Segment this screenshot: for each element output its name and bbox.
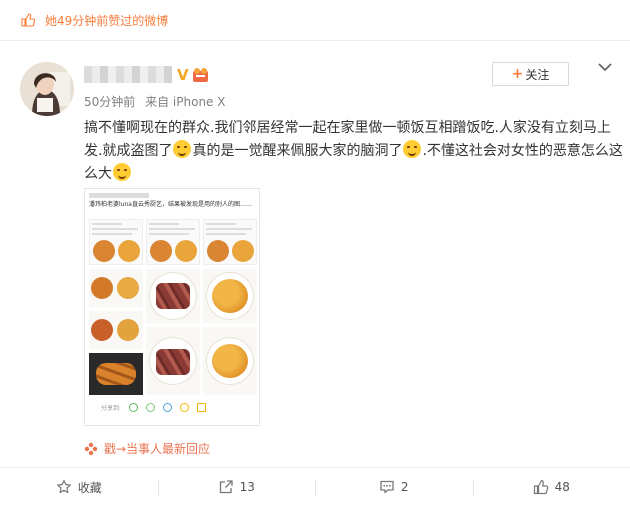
comment-count: 2 [400,480,409,494]
food-photo-meat [146,327,200,395]
liked-notice-bar: 她49分钟前赞过的微博 [0,0,630,41]
food-photo [89,269,143,307]
post-text: 搞不懂啊现在的群众.我们邻居经常一起在家里做一顿饭互相蹭饭吃.人家没有立刻马上发… [84,117,624,186]
food-photo-pasta [203,327,257,395]
star-icon [56,479,71,494]
comment-icon [380,480,394,494]
follow-button[interactable]: + 关注 [492,62,569,86]
avatar[interactable] [20,62,74,116]
mini-post-card [89,219,143,265]
qzone-icon [180,403,190,412]
food-photo-pasta [203,269,257,323]
food-photo-meat [146,269,200,323]
share-icon [219,480,233,494]
mini-post-card [146,219,200,265]
like-count: 48 [554,480,570,494]
embedded-share-label: 分享到: [101,405,122,412]
food-photo-rolls [89,353,143,395]
like-button[interactable]: 48 [472,468,630,506]
embedded-header-blur [89,193,149,198]
post-source: 来自 iPhone X [145,95,226,109]
embedded-mini-posts [89,219,259,265]
sweat-emoji-icon [173,140,192,158]
liked-notice-text: 她49分钟前赞过的微博 [45,13,169,28]
embedded-image[interactable]: 潘玮柏老婆luna直云秀厨艺，结果被发现是用的别人的图…… 分享到: [84,188,260,426]
embedded-photo-grid [89,269,259,395]
flower-icon [84,442,98,455]
favorite-button[interactable]: 收藏 [0,468,158,506]
chevron-down-icon[interactable] [598,62,612,72]
latest-reply-link[interactable]: 戳→当事人最新回应 [84,440,210,457]
mini-post-card [203,219,257,265]
moments-icon [146,403,156,412]
post-time[interactable]: 50分钟前 [84,95,135,109]
like-icon [533,479,548,495]
embedded-share-row: 分享到: [101,403,207,412]
laugh-tears-emoji-icon [403,140,422,158]
wechat-icon [129,403,139,412]
comment-button[interactable]: 2 [315,468,473,506]
bookmark-icon [197,403,207,412]
smirk-emoji-icon [113,163,131,181]
post-text-part-2: 真的是一觉醒来佩服大家的脑洞了 [192,143,403,159]
favorite-label: 收藏 [77,480,102,495]
action-bar: 收藏 13 2 48 [0,467,630,506]
follow-label: 关注 [525,67,550,82]
username-blurred[interactable] [84,66,172,83]
latest-reply-text: 戳→当事人最新回应 [104,442,211,456]
food-photo [89,311,143,349]
thumb-up-icon [21,13,35,27]
verified-v-icon: V [177,66,189,84]
repost-button[interactable]: 13 [157,468,316,506]
plus-icon: + [511,66,524,82]
embedded-title: 潘玮柏老婆luna直云秀厨艺，结果被发现是用的别人的图…… [89,201,252,208]
post-meta: 50分钟前 来自 iPhone X [84,93,231,110]
level-badge-icon [193,68,208,82]
qq-icon [163,403,173,412]
repost-count: 13 [239,480,255,494]
